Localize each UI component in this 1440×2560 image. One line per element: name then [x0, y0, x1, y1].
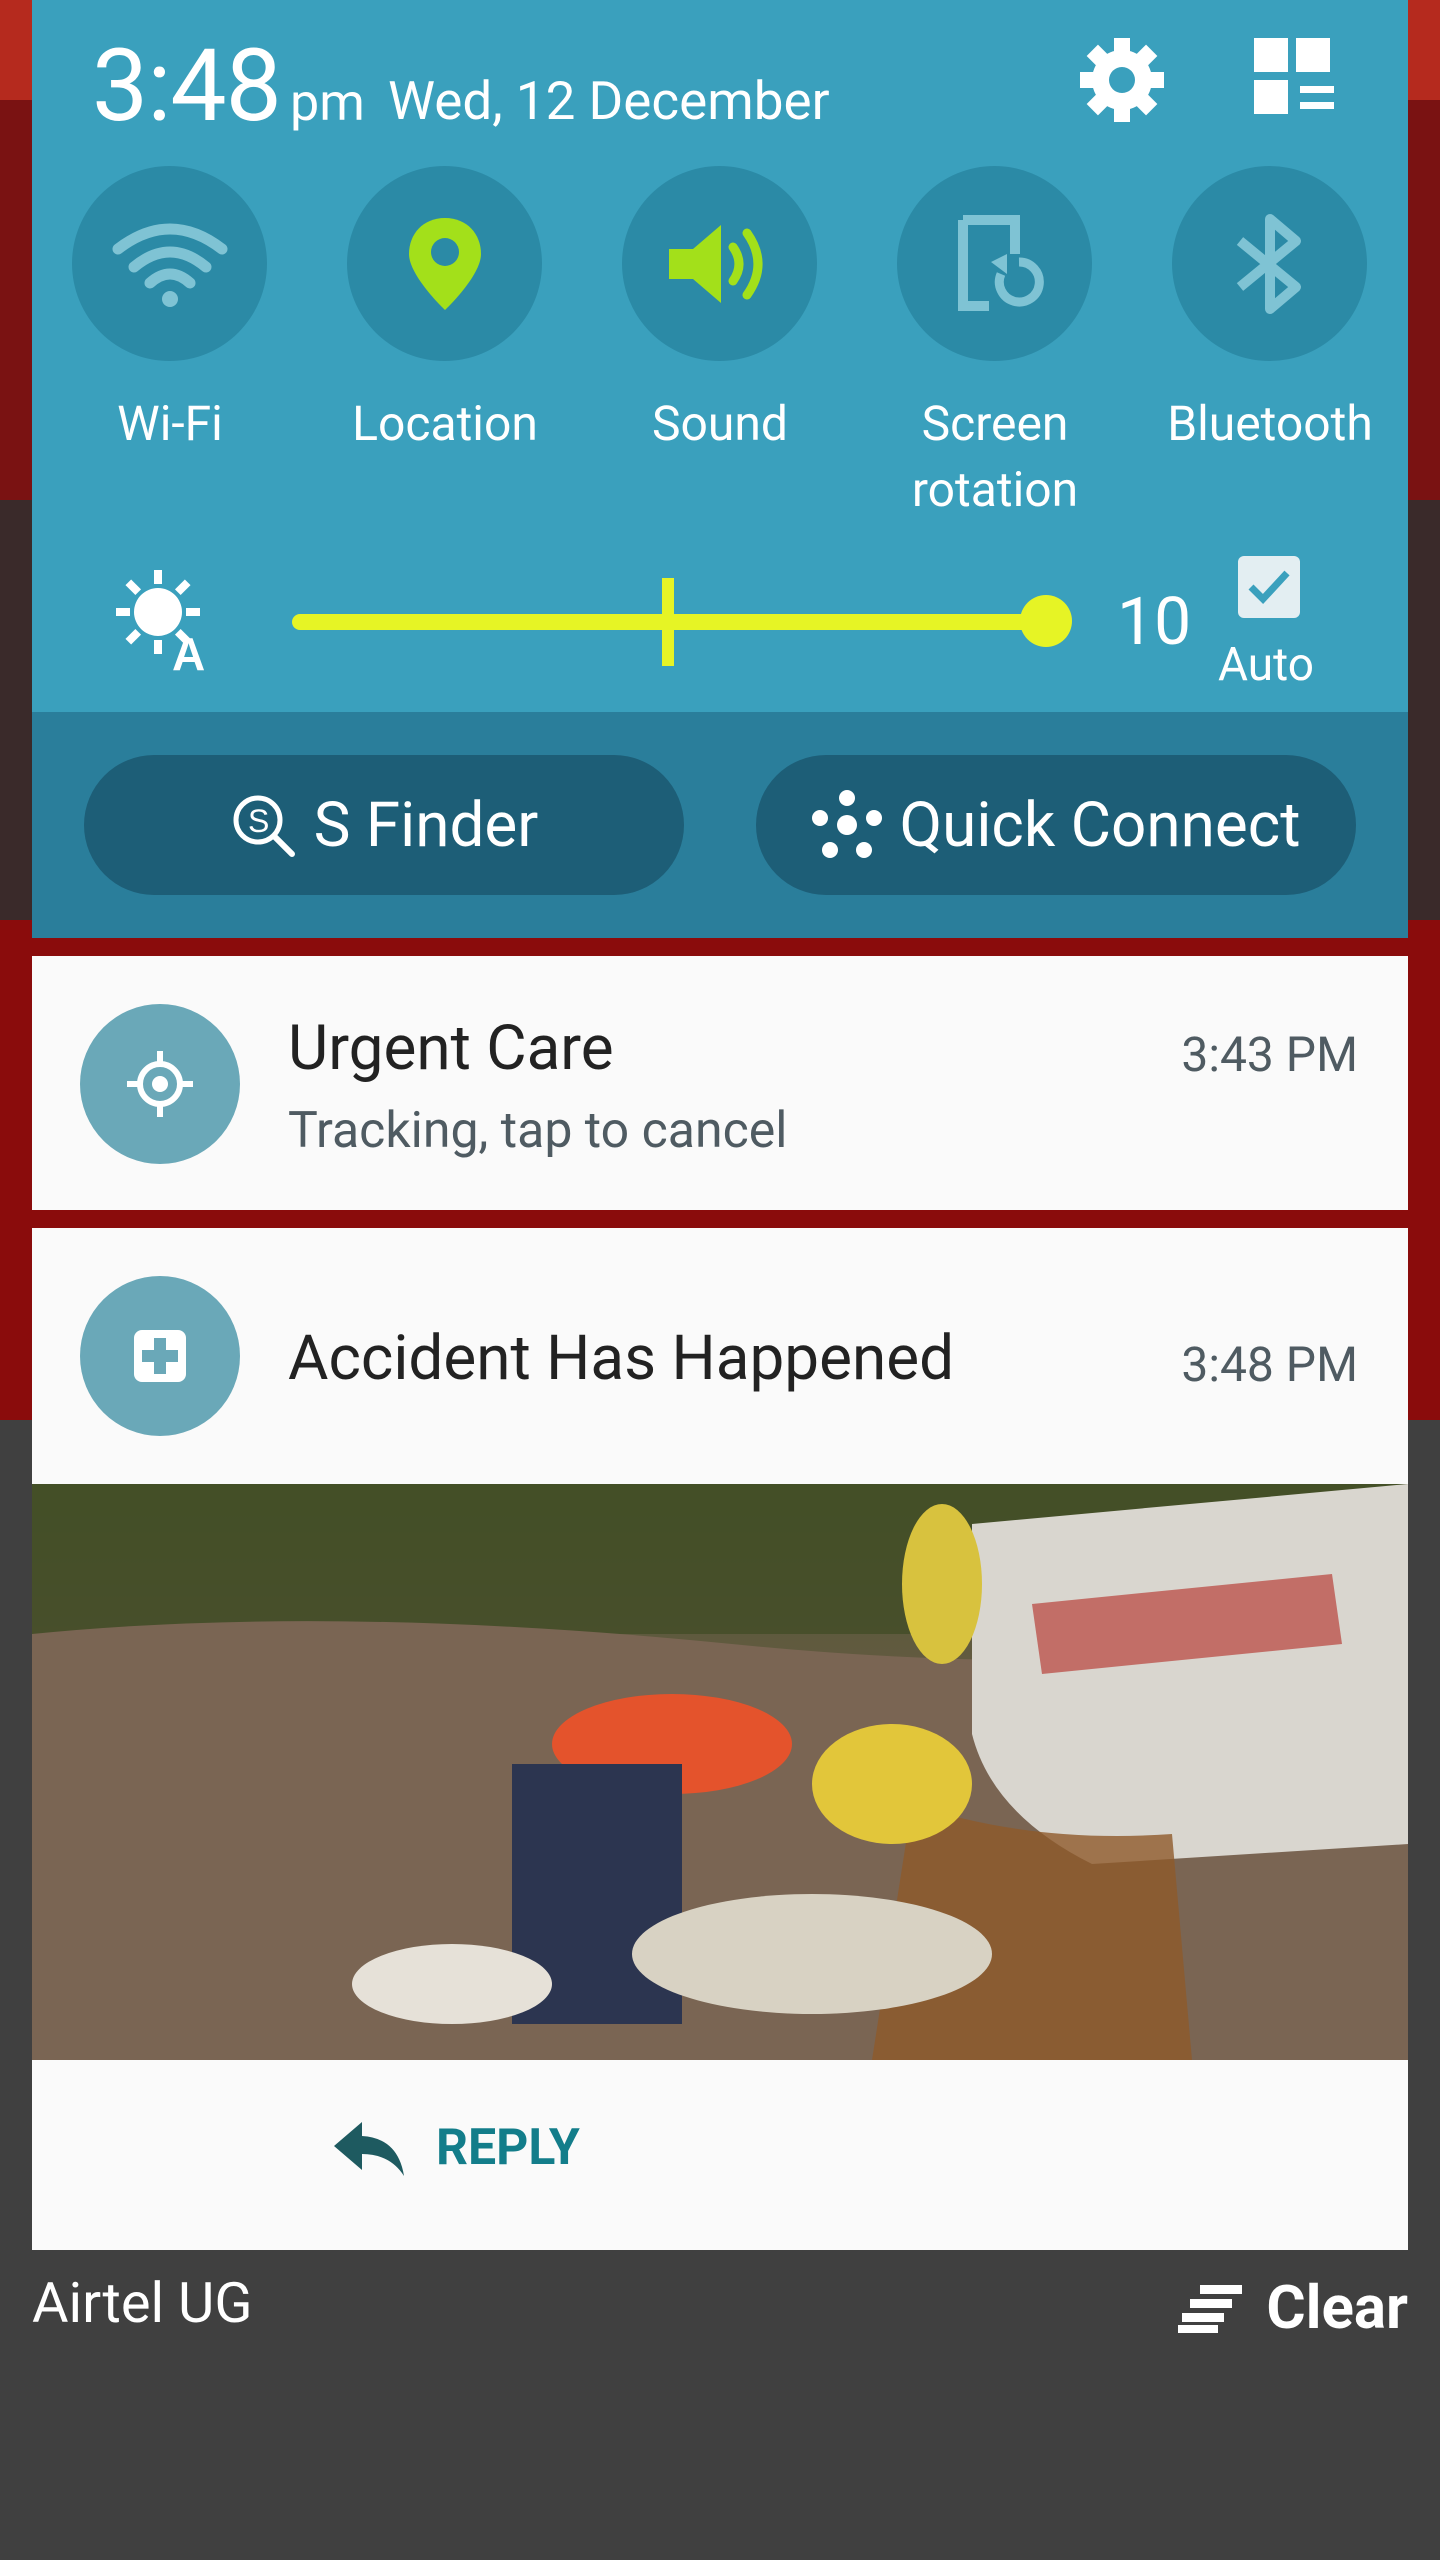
- medical-cross-icon: [80, 1276, 240, 1436]
- wifi-icon[interactable]: [72, 166, 267, 361]
- quick-connect-icon: [811, 790, 882, 858]
- clear-label: Clear: [1266, 2272, 1408, 2343]
- notification-time: 3:43 PM: [1181, 1026, 1358, 1083]
- brightness-value: 10: [1117, 584, 1192, 661]
- clock-time: 3:48: [92, 28, 282, 145]
- toggle-wifi[interactable]: Wi-Fi: [72, 166, 267, 457]
- brightness-slider-thumb[interactable]: [1020, 595, 1072, 647]
- notification-subtitle: Tracking, tap to cancel: [288, 1102, 788, 1160]
- notification-accident[interactable]: Accident Has Happened 3:48 PM: [32, 1228, 1408, 1484]
- reply-button[interactable]: REPLY: [332, 2118, 580, 2178]
- reply-icon: [334, 2122, 404, 2176]
- speaker-icon[interactable]: [622, 166, 817, 361]
- svg-text:A: A: [172, 628, 205, 676]
- toggle-location[interactable]: Location: [347, 166, 542, 457]
- quick-settings-panel: 3:48 pm Wed, 12 December Wi-Fi Location …: [32, 0, 1408, 938]
- brightness-default-mark: [662, 578, 674, 666]
- toggle-label: Wi-Fi: [117, 395, 223, 452]
- toggle-label: Location: [352, 395, 538, 452]
- bluetooth-icon[interactable]: [1172, 166, 1367, 361]
- notification-title: Accident Has Happened: [288, 1322, 955, 1395]
- quick-connect-label: Quick Connect: [899, 788, 1301, 862]
- toggle-bluetooth[interactable]: Bluetooth: [1167, 166, 1373, 457]
- notification-actions: REPLY: [32, 2060, 1408, 2250]
- screen-rotation-icon[interactable]: [897, 166, 1092, 361]
- s-finder-button[interactable]: S S Finder: [84, 755, 684, 895]
- edit-grid-icon[interactable]: [1250, 34, 1340, 124]
- location-pin-icon[interactable]: [347, 166, 542, 361]
- toggle-sound[interactable]: Sound: [622, 166, 817, 457]
- panel-actions-area: S S Finder Quick Connect: [32, 712, 1408, 938]
- toggle-screen-rotation[interactable]: Screen rotation: [897, 166, 1092, 523]
- notification-time: 3:48 PM: [1181, 1336, 1358, 1393]
- auto-brightness-checkbox[interactable]: [1238, 556, 1300, 618]
- toggle-label: Screen rotation: [911, 395, 1079, 518]
- notification-urgent-care[interactable]: Urgent Care Tracking, tap to cancel 3:43…: [32, 956, 1408, 1210]
- quick-connect-button[interactable]: Quick Connect: [756, 755, 1356, 895]
- checkmark-icon: [1248, 570, 1290, 605]
- auto-brightness-icon: A: [112, 566, 222, 680]
- auto-brightness-label: Auto: [1218, 638, 1314, 692]
- notification-title: Urgent Care: [288, 1012, 614, 1085]
- reply-label: REPLY: [436, 2119, 580, 2177]
- search-icon: S: [233, 795, 295, 857]
- brightness-slider-track[interactable]: [292, 614, 1060, 630]
- clear-all-icon: [1178, 2284, 1243, 2333]
- clock-ampm: pm: [290, 72, 365, 133]
- clear-button[interactable]: Clear: [1178, 2272, 1408, 2343]
- date-label: Wed, 12 December: [388, 70, 830, 132]
- s-finder-label: S Finder: [313, 788, 539, 862]
- carrier-label: Airtel UG: [32, 2270, 253, 2336]
- toggle-label: Bluetooth: [1167, 395, 1373, 452]
- svg-text:S: S: [248, 803, 269, 839]
- gear-icon[interactable]: [1072, 30, 1172, 130]
- accident-photo[interactable]: [32, 1484, 1408, 2060]
- toggle-label: Sound: [652, 395, 788, 452]
- crosshair-icon: [80, 1004, 240, 1164]
